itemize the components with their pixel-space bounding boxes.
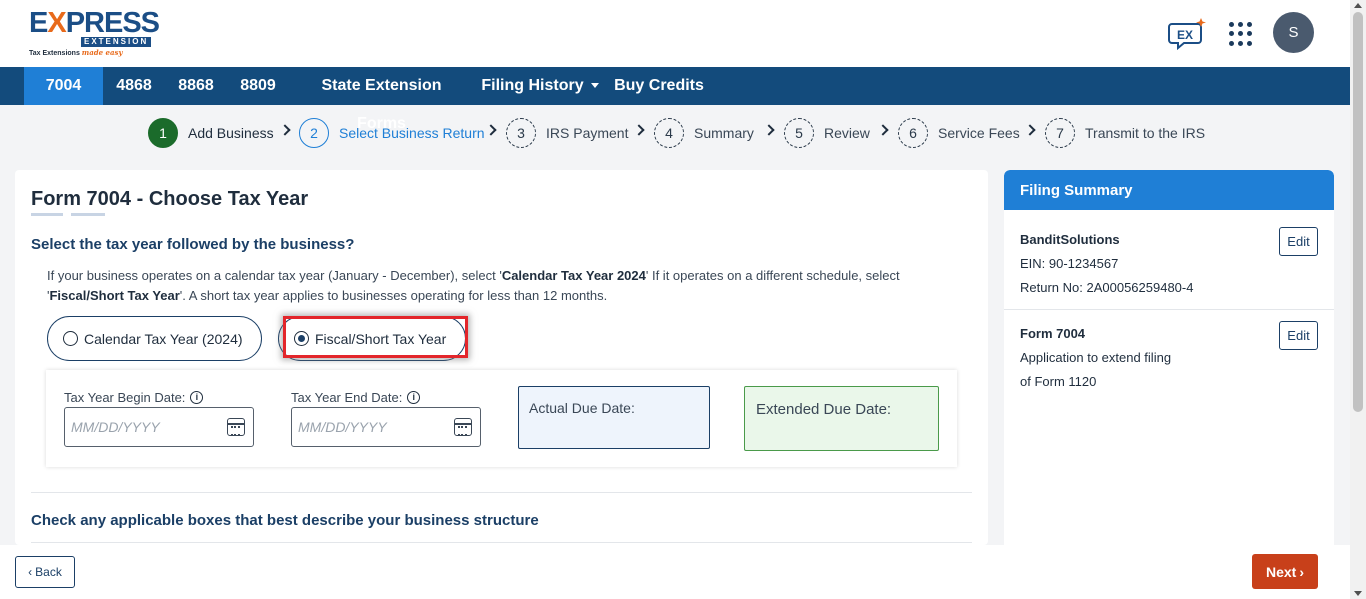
svg-text:EX: EX <box>1177 28 1193 42</box>
nav-tab-4868[interactable]: 4868 <box>108 67 160 105</box>
nav-filing-history[interactable]: Filing History <box>480 67 600 105</box>
step-label: IRS Payment <box>546 125 629 141</box>
calendar-tax-year-option[interactable]: Calendar Tax Year (2024) <box>47 316 262 361</box>
nav-tab-7004[interactable]: 7004 <box>24 67 103 105</box>
express-extension-logo[interactable]: EXPRESS EXTENSION Tax Extensions made ea… <box>29 8 161 60</box>
title-underline <box>71 213 105 216</box>
form-description-line2: of Form 1120 <box>1020 374 1097 389</box>
page-scrollbar[interactable] <box>1350 0 1366 599</box>
scroll-up-arrow-icon[interactable] <box>1354 3 1362 8</box>
step-review: 5 Review <box>784 118 870 148</box>
step-transmit-to-irs: 7 Transmit to the IRS <box>1045 118 1205 148</box>
business-ein: EIN: 90-1234567 <box>1020 256 1119 271</box>
info-icon[interactable]: i <box>407 391 421 404</box>
return-number: Return No: 2A00056259480-4 <box>1020 280 1194 295</box>
tax-year-question: Select the tax year followed by the busi… <box>31 236 355 253</box>
step-label: Select Business Return <box>339 125 485 141</box>
chevron-right-icon <box>877 124 889 136</box>
summary-divider <box>1004 309 1334 310</box>
form-description-line1: Application to extend filing <box>1020 350 1172 365</box>
step-label: Service Fees <box>938 125 1020 141</box>
info-icon[interactable]: i <box>190 391 204 404</box>
step-number: 6 <box>898 118 928 148</box>
end-date-label-text: Tax Year End Date: <box>291 390 403 405</box>
user-avatar[interactable]: S <box>1273 12 1314 53</box>
step-irs-payment: 3 IRS Payment <box>506 118 628 148</box>
step-select-business-return: 2 Select Business Return <box>299 118 485 148</box>
logo-wordmark: EXPRESS <box>29 7 160 39</box>
tax-dates-panel: Tax Year Begin Date: i MM/DD/YYYY Tax Yea… <box>46 370 957 467</box>
nav-tab-8809[interactable]: 8809 <box>232 67 284 105</box>
form-name: Form 7004 <box>1020 326 1086 341</box>
back-label: Back <box>35 565 62 579</box>
step-number: 1 <box>148 118 178 148</box>
filing-summary-title: Filing Summary <box>1004 170 1334 210</box>
nav-buy-credits[interactable]: Buy Credits <box>612 67 706 105</box>
begin-date-label-text: Tax Year Begin Date: <box>64 390 186 405</box>
choose-tax-year-card: Form 7004 - Choose Tax Year Select the t… <box>15 170 988 545</box>
begin-date-input[interactable]: MM/DD/YYYY <box>64 407 254 447</box>
end-date-placeholder: MM/DD/YYYY <box>298 419 387 435</box>
chevron-left-icon: ‹ <box>28 565 33 579</box>
tax-year-description: If your business operates on a calendar … <box>47 268 900 303</box>
edit-business-button[interactable]: Edit <box>1279 227 1318 256</box>
extended-due-date-box: Extended Due Date: <box>744 386 939 451</box>
step-label: Add Business <box>188 125 274 141</box>
logo-extension-text: EXTENSION <box>81 37 152 47</box>
chevron-right-icon <box>763 124 775 136</box>
section-divider <box>31 492 972 493</box>
page-title: Form 7004 - Choose Tax Year <box>31 188 309 210</box>
begin-date-placeholder: MM/DD/YYYY <box>71 419 160 435</box>
nav-state-extension-forms[interactable]: State Extension Forms <box>295 67 468 132</box>
next-button[interactable]: Next › <box>1252 554 1318 589</box>
radio-button[interactable] <box>63 331 78 346</box>
filing-summary-panel: Filing Summary BanditSolutions EIN: 90-1… <box>1004 170 1334 545</box>
chevron-right-icon <box>279 124 291 136</box>
chat-support-icon[interactable]: EX <box>1168 16 1206 50</box>
step-service-fees: 6 Service Fees <box>898 118 1020 148</box>
edit-form-button[interactable]: Edit <box>1279 321 1318 350</box>
calendar-icon[interactable] <box>454 418 472 436</box>
chevron-right-icon <box>485 124 497 136</box>
actual-due-date-box: Actual Due Date: <box>518 386 710 449</box>
selection-highlight-box <box>283 316 468 358</box>
top-header: EXPRESS EXTENSION Tax Extensions made ea… <box>0 0 1366 67</box>
calendar-icon[interactable] <box>227 418 245 436</box>
begin-date-label: Tax Year Begin Date: i <box>64 390 204 405</box>
chevron-right-icon <box>1024 124 1036 136</box>
step-label: Review <box>824 125 870 141</box>
step-summary: 4 Summary <box>654 118 754 148</box>
chevron-down-icon <box>590 83 599 89</box>
apps-grid-icon[interactable] <box>1229 22 1253 46</box>
end-date-input[interactable]: MM/DD/YYYY <box>291 407 481 447</box>
nav-tab-8868[interactable]: 8868 <box>170 67 222 105</box>
logo-tagline: Tax Extensions made easy <box>29 48 123 57</box>
calendar-tax-year-label: Calendar Tax Year (2024) <box>84 330 243 347</box>
step-label: Transmit to the IRS <box>1085 125 1206 141</box>
step-number: 7 <box>1045 118 1075 148</box>
step-label: Summary <box>694 125 754 141</box>
scrollbar-thumb[interactable] <box>1353 12 1363 412</box>
end-date-label: Tax Year End Date: i <box>291 390 421 405</box>
chevron-right-icon <box>633 124 645 136</box>
step-number: 3 <box>506 118 536 148</box>
title-underline <box>31 213 63 216</box>
business-structure-question: Check any applicable boxes that best des… <box>31 512 539 529</box>
step-add-business: 1 Add Business <box>148 118 274 148</box>
back-button[interactable]: ‹ Back <box>15 556 75 588</box>
footer-actions: ‹ Back Next › <box>0 545 1350 599</box>
nav-filing-history-label: Filing History <box>481 77 584 94</box>
section-divider <box>31 542 972 543</box>
step-number: 4 <box>654 118 684 148</box>
main-nav: 7004 4868 8868 8809 State Extension Form… <box>0 67 1350 132</box>
step-number: 5 <box>784 118 814 148</box>
next-label: Next <box>1265 563 1297 580</box>
step-number: 2 <box>299 118 329 148</box>
chevron-right-icon: › <box>1299 563 1305 580</box>
scroll-down-arrow-icon[interactable] <box>1354 591 1362 596</box>
business-name: BanditSolutions <box>1020 232 1120 247</box>
